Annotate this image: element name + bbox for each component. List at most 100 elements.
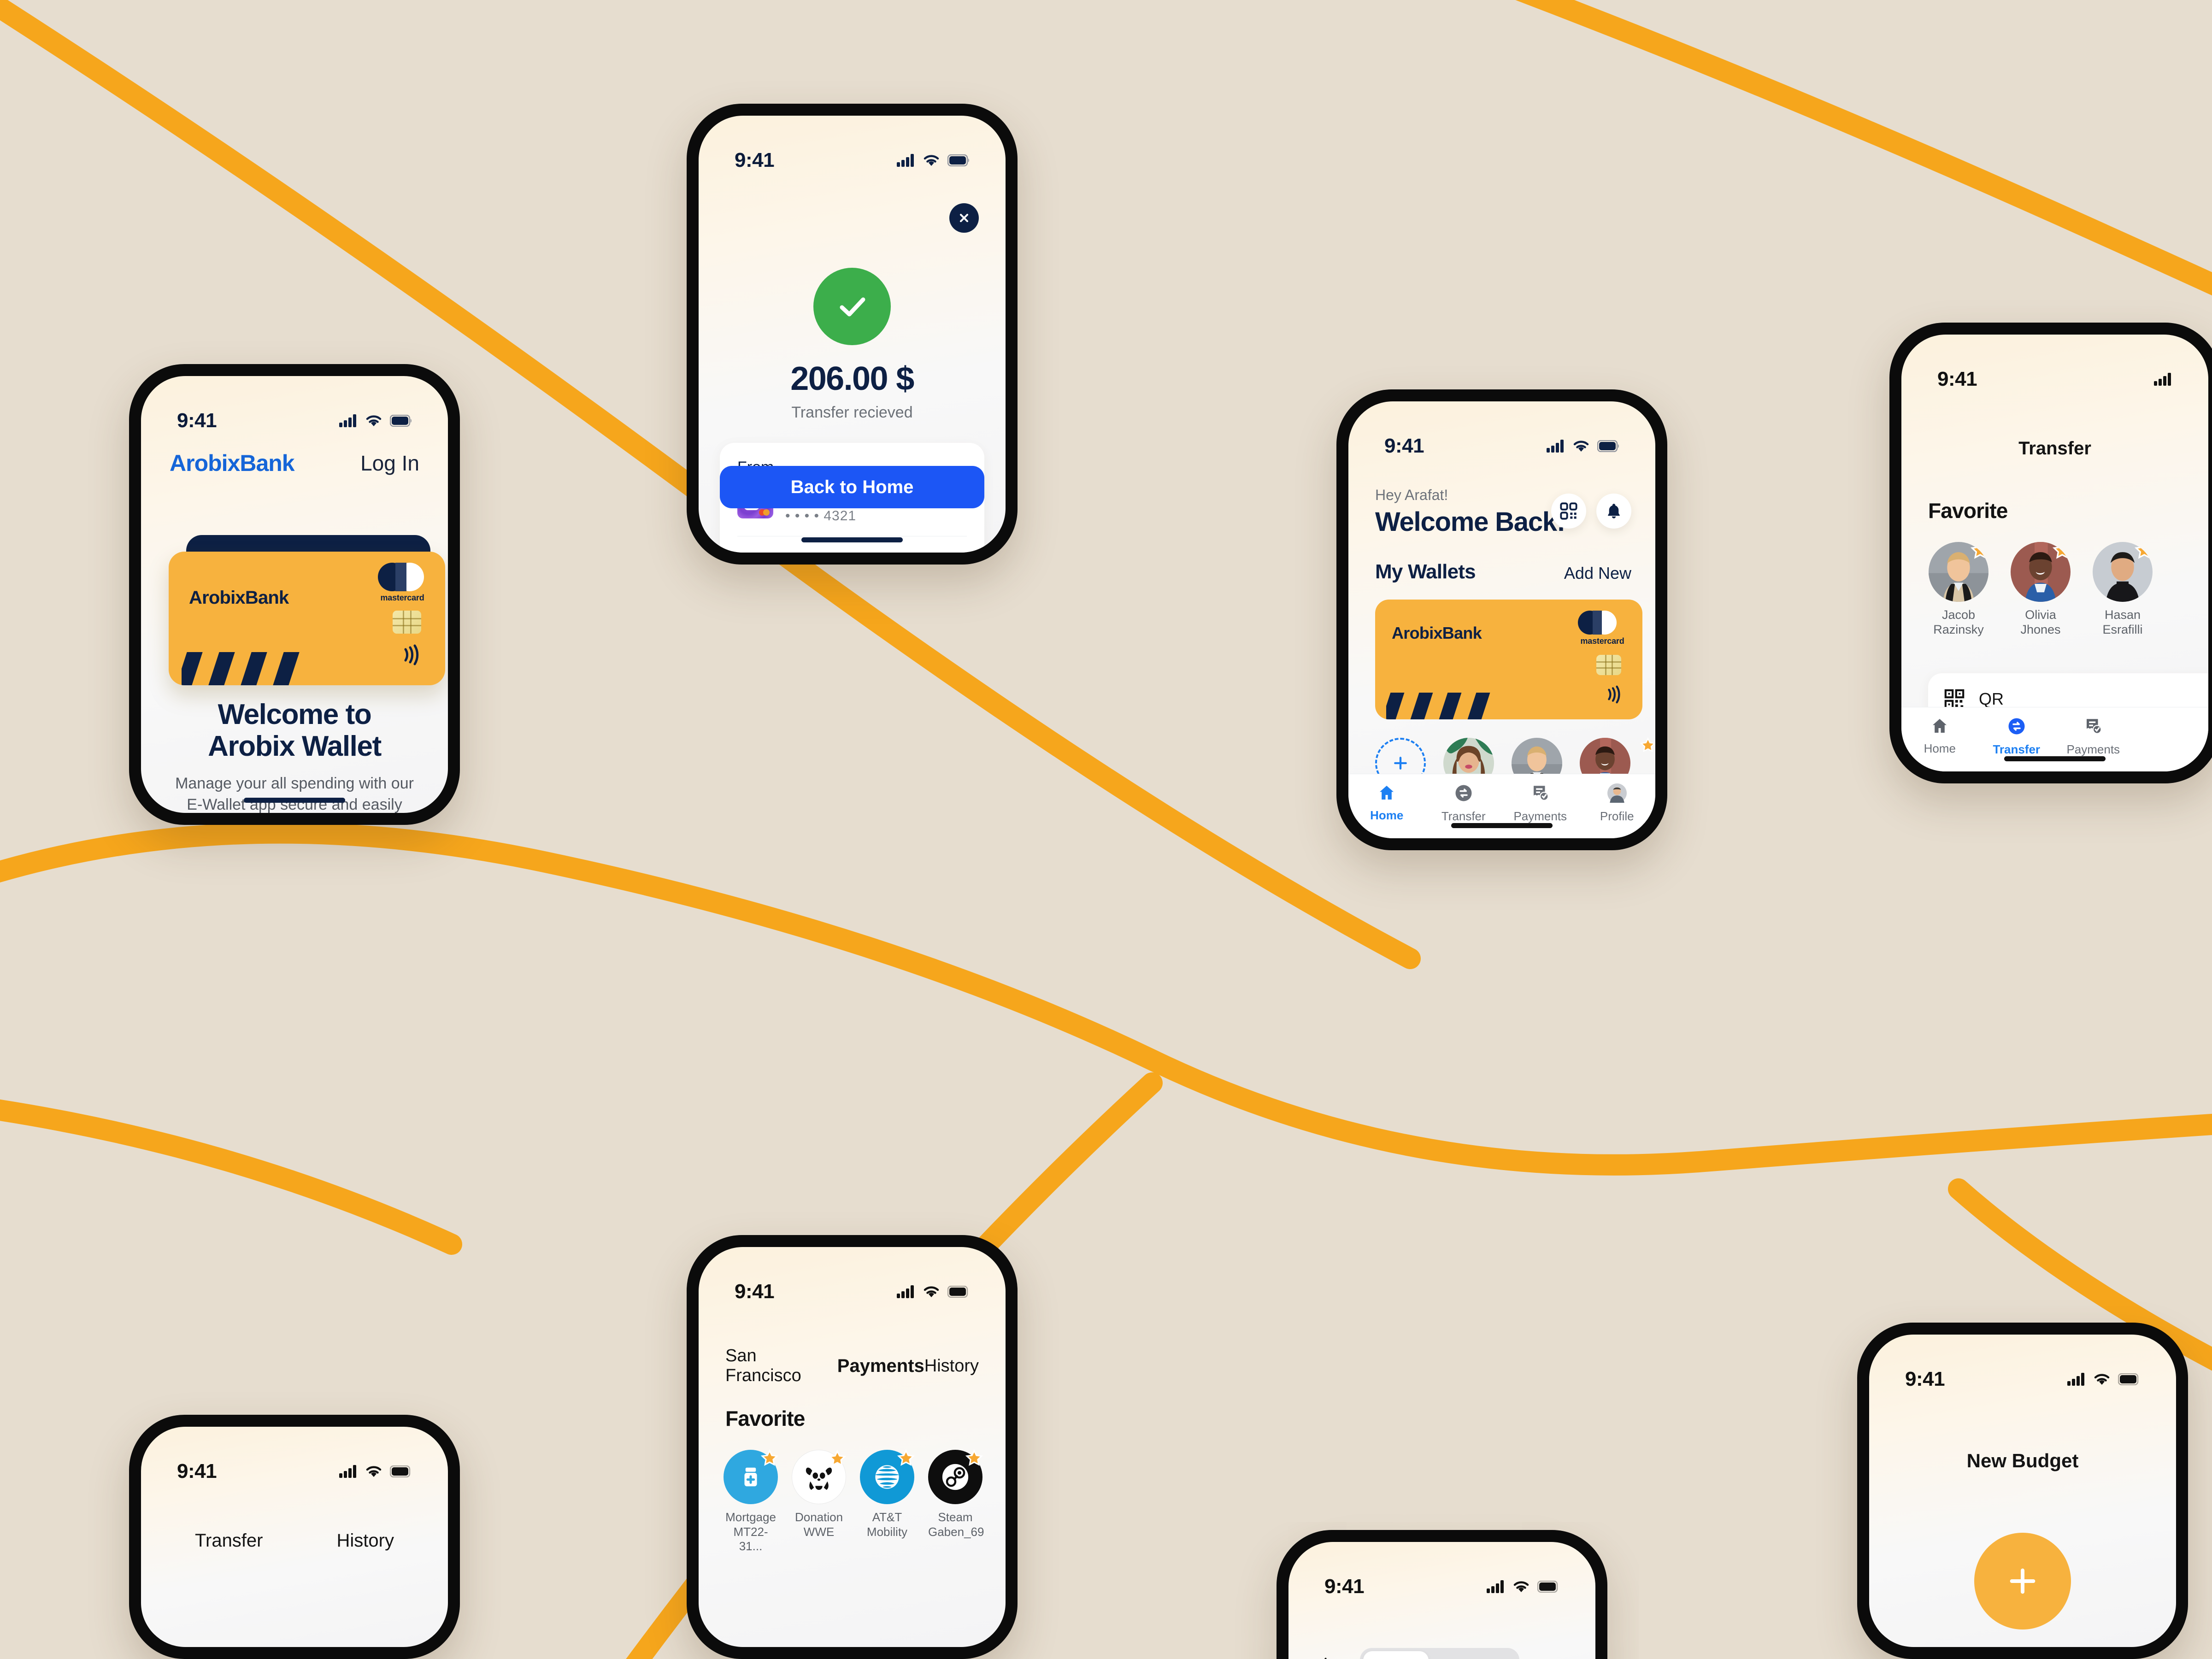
add-category-button[interactable] bbox=[1974, 1533, 2071, 1630]
battery-icon bbox=[1597, 440, 1619, 452]
tab-label: Transfer bbox=[1993, 742, 2041, 756]
status-bar: 9:41 bbox=[699, 116, 1006, 185]
budget-screen: 9:41 New Budget Chose Category bbox=[1869, 1335, 2176, 1647]
favorite-person[interactable]: Jacob Razinsky bbox=[1926, 542, 1991, 637]
title-line-2: Arobix Wallet bbox=[208, 730, 382, 763]
greeting-text: Hey Arafat! bbox=[1375, 487, 1448, 503]
success-badge bbox=[813, 268, 891, 345]
welcome-subtitle: Manage your all spending with our E-Wall… bbox=[175, 774, 414, 813]
favorite-payment[interactable]: Steam Gaben_69 bbox=[928, 1449, 984, 1554]
page-title: Welcome to Arobix Wallet bbox=[170, 699, 419, 763]
phone-receipt-screen: 9:41 206.00 $ Transfer recieved From bbox=[687, 104, 1018, 565]
history-header: Transfer History bbox=[141, 1530, 448, 1551]
transfer-caption: Transfer recieved bbox=[791, 404, 913, 421]
favorite-people-row[interactable]: Jacob Razinsky Olivia Jhones Hasan Esraf… bbox=[1926, 542, 2208, 637]
wifi-icon bbox=[2094, 1374, 2110, 1385]
check-circle-icon bbox=[840, 297, 865, 317]
chart-icon[interactable] bbox=[1548, 1658, 1569, 1659]
status-icons bbox=[897, 154, 970, 167]
status-time: 9:41 bbox=[1324, 1575, 1365, 1598]
notifications-button[interactable] bbox=[1596, 494, 1631, 529]
favorite-section-title: Favorite bbox=[1928, 499, 2008, 523]
status-icons bbox=[2154, 373, 2172, 386]
favorite-person[interactable]: Olivia Jhones bbox=[2008, 542, 2073, 637]
page-title: Payments bbox=[837, 1355, 924, 1376]
history-link[interactable]: History bbox=[924, 1356, 979, 1376]
header-actions bbox=[1551, 494, 1631, 529]
tab-profile[interactable]: Profile bbox=[1579, 783, 1656, 824]
tab-home[interactable]: Home bbox=[1901, 717, 1978, 756]
status-time: 9:41 bbox=[1937, 368, 1977, 390]
info-history-segmented-control[interactable]: Info History bbox=[1359, 1648, 1520, 1659]
back-to-home-button[interactable]: Back to Home bbox=[720, 466, 984, 508]
plus-icon bbox=[2010, 1568, 2036, 1594]
city-label[interactable]: San Francisco bbox=[725, 1346, 837, 1386]
card-stack: ArobixBank mastercard bbox=[169, 535, 445, 687]
status-bar: 9:41 bbox=[141, 376, 448, 445]
favorite-payment[interactable]: Mortgage MT22-31... bbox=[724, 1449, 779, 1554]
phone-welcome-screen: 9:41 ArobixBank Log In ArobixBank master… bbox=[129, 364, 460, 825]
receipt-check-icon bbox=[1534, 786, 1549, 801]
signal-icon bbox=[897, 154, 914, 167]
star-icon bbox=[965, 1449, 983, 1466]
phone-budget-screen: 9:41 New Budget Chose Category bbox=[1857, 1323, 2188, 1659]
tab-transfer[interactable]: Transfer bbox=[1978, 717, 2055, 757]
payment-name-line2: MT22-31... bbox=[733, 1524, 768, 1553]
payments-header: San Francisco Payments History bbox=[699, 1346, 1006, 1386]
wifi-icon bbox=[1513, 1581, 1529, 1592]
status-time: 9:41 bbox=[177, 1460, 217, 1483]
tab-payments[interactable]: Payments bbox=[1502, 783, 1579, 824]
tab-payments[interactable]: Payments bbox=[2055, 717, 2132, 757]
favorite-person[interactable]: Hasan Esrafilli bbox=[2090, 542, 2155, 637]
page-title: Welcome Back! bbox=[1375, 507, 1565, 537]
login-link[interactable]: Log In bbox=[360, 451, 419, 476]
home-indicator bbox=[801, 537, 903, 542]
receipt-check-icon bbox=[2087, 719, 2102, 734]
pill-bottle-glyph bbox=[744, 1467, 757, 1487]
tab-history[interactable]: History bbox=[337, 1530, 394, 1551]
wallet-card-carousel[interactable]: ArobixBank mastercard bbox=[1375, 600, 1655, 719]
star-icon bbox=[2134, 542, 2153, 559]
bank-card[interactable]: ArobixBank mastercard bbox=[169, 552, 445, 685]
payment-name-line1: Mortgage bbox=[725, 1510, 776, 1524]
battery-icon bbox=[1537, 1581, 1558, 1593]
seg-info[interactable]: Info bbox=[1363, 1651, 1429, 1659]
avatar bbox=[1929, 542, 1988, 602]
status-bar: 9:41 bbox=[1901, 335, 2208, 404]
status-time: 9:41 bbox=[735, 149, 775, 171]
chip-icon bbox=[393, 611, 421, 634]
welcome-topbar: ArobixBank Log In bbox=[141, 445, 448, 481]
chevron-left-icon[interactable] bbox=[1315, 1656, 1331, 1659]
bottom-tab-bar: Home Transfer Payments Profile bbox=[1348, 774, 1655, 838]
close-button[interactable] bbox=[949, 203, 979, 233]
chip-icon bbox=[1596, 655, 1621, 675]
card-stripes bbox=[182, 652, 320, 685]
status-icons bbox=[897, 1285, 970, 1298]
star-icon bbox=[1640, 737, 1655, 752]
star-icon bbox=[760, 1449, 779, 1466]
tab-transfer[interactable]: Transfer bbox=[1425, 783, 1502, 824]
wallet-card[interactable]: ArobixBank mastercard bbox=[1375, 600, 1642, 719]
tab-transfer[interactable]: Transfer bbox=[195, 1530, 263, 1551]
add-new-wallet-link[interactable]: Add New bbox=[1564, 564, 1631, 583]
status-time: 9:41 bbox=[1905, 1368, 1945, 1390]
payment-name-line1: Steam bbox=[938, 1510, 973, 1524]
favorite-payment[interactable]: AT&T Mobility bbox=[860, 1449, 915, 1554]
payment-name-line1: AT&T bbox=[872, 1510, 902, 1524]
bell-icon bbox=[1608, 504, 1620, 518]
home-icon bbox=[1933, 719, 1947, 733]
qr-button[interactable] bbox=[1551, 494, 1586, 529]
favorite-payment[interactable]: Donation WWE bbox=[792, 1449, 847, 1554]
history-screen: 9:41 Transfer History bbox=[141, 1427, 448, 1647]
battery-icon bbox=[947, 1286, 968, 1298]
wifi-icon bbox=[1573, 441, 1589, 452]
info-header: Info History bbox=[1288, 1648, 1595, 1659]
favorite-payments-row[interactable]: Mortgage MT22-31... Donation WWE AT&T Mo… bbox=[724, 1449, 1006, 1554]
phone-history-screen: 9:41 Transfer History bbox=[129, 1415, 460, 1659]
seg-history[interactable]: History bbox=[1430, 1651, 1516, 1659]
status-time: 9:41 bbox=[1384, 435, 1424, 457]
payment-label: Donation WWE bbox=[792, 1510, 846, 1539]
tab-home[interactable]: Home bbox=[1348, 783, 1425, 823]
avatar bbox=[2011, 542, 2071, 602]
phone-info-screen: 9:41 Info History bbox=[1277, 1530, 1607, 1659]
